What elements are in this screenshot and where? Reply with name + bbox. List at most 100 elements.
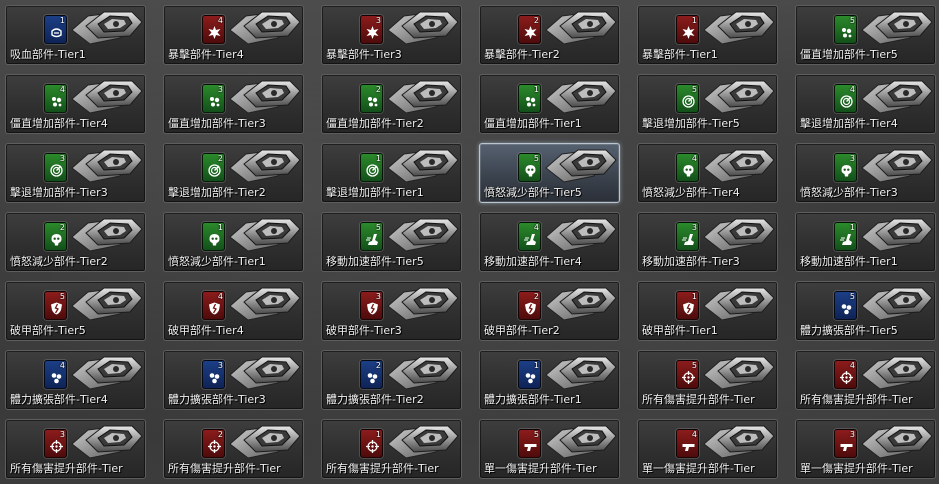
part-label: 僵直增加部件-Tier3	[168, 117, 266, 130]
gun-icon	[524, 438, 537, 451]
part-image	[858, 422, 934, 462]
part-image	[226, 422, 302, 462]
part-badge: 3	[202, 84, 225, 113]
part-card[interactable]: 5 體力擴張部件-Tier5	[795, 281, 936, 341]
part-card[interactable]: 3 暴擊部件-Tier3	[321, 5, 462, 65]
part-image	[226, 284, 302, 324]
part-badge: 1	[518, 84, 541, 113]
part-card[interactable]: 3 移動加速部件-Tier3	[637, 212, 778, 272]
part-card[interactable]: 2 暴擊部件-Tier2	[479, 5, 620, 65]
part-card[interactable]: 3 體力擴張部件-Tier3	[163, 350, 304, 410]
part-image	[858, 284, 934, 324]
part-card[interactable]: 2 擊退增加部件-Tier2	[163, 143, 304, 203]
part-image	[700, 353, 776, 393]
part-card[interactable]: 5 移動加速部件-Tier5	[321, 212, 462, 272]
part-label: 體力擴張部件-Tier2	[326, 393, 424, 406]
tier-number: 2	[217, 154, 223, 163]
part-badge: 1	[360, 429, 383, 458]
anger-reduce-icon	[682, 162, 695, 177]
part-card[interactable]: 4 所有傷害提升部件-Tier	[795, 350, 936, 410]
part-badge: 4	[44, 360, 67, 389]
part-card[interactable]: 2 憤怒減少部件-Tier2	[5, 212, 146, 272]
knockback-icon	[682, 93, 695, 108]
critical-icon	[682, 24, 695, 39]
part-image	[858, 215, 934, 255]
part-card[interactable]: 1 吸血部件-Tier1	[5, 5, 146, 65]
part-card[interactable]: 4 體力擴張部件-Tier4	[5, 350, 146, 410]
part-card[interactable]: 1 暴擊部件-Tier1	[637, 5, 778, 65]
part-card[interactable]: 1 移動加速部件-Tier1	[795, 212, 936, 272]
tier-number: 4	[691, 430, 697, 439]
part-card[interactable]: 4 單一傷害提升部件-Tier	[637, 419, 778, 479]
part-card[interactable]: 3 擊退增加部件-Tier3	[5, 143, 146, 203]
part-card[interactable]: 4 憤怒減少部件-Tier4	[637, 143, 778, 203]
part-card[interactable]: 4 破甲部件-Tier4	[163, 281, 304, 341]
part-label: 破甲部件-Tier5	[10, 324, 86, 337]
part-label: 僵直增加部件-Tier5	[800, 48, 898, 61]
part-card[interactable]: 5 所有傷害提升部件-Tier	[637, 350, 778, 410]
tier-number: 3	[375, 16, 381, 25]
tier-number: 3	[849, 430, 855, 439]
part-image	[700, 284, 776, 324]
part-label: 破甲部件-Tier4	[168, 324, 244, 337]
part-badge: 3	[834, 153, 857, 182]
tier-number: 1	[533, 85, 539, 94]
part-card[interactable]: 4 擊退增加部件-Tier4	[795, 74, 936, 134]
part-badge: 5	[360, 222, 383, 251]
tier-number: 4	[533, 223, 539, 232]
part-card[interactable]: 5 擊退增加部件-Tier5	[637, 74, 778, 134]
tier-number: 5	[691, 85, 697, 94]
part-card[interactable]: 2 所有傷害提升部件-Tier	[163, 419, 304, 479]
tier-number: 3	[217, 85, 223, 94]
part-image	[68, 77, 144, 117]
anger-reduce-icon	[208, 231, 221, 246]
tier-number: 4	[849, 85, 855, 94]
part-card[interactable]: 4 移動加速部件-Tier4	[479, 212, 620, 272]
tier-number: 5	[533, 154, 539, 163]
part-badge: 4	[834, 84, 857, 113]
part-card[interactable]: 1 所有傷害提升部件-Tier	[321, 419, 462, 479]
anger-reduce-icon	[840, 162, 853, 177]
part-card[interactable]: 2 破甲部件-Tier2	[479, 281, 620, 341]
part-badge: 1	[518, 360, 541, 389]
part-card[interactable]: 3 所有傷害提升部件-Tier	[5, 419, 146, 479]
part-card[interactable]: 3 僵直增加部件-Tier3	[163, 74, 304, 134]
part-card[interactable]: 1 破甲部件-Tier1	[637, 281, 778, 341]
part-badge: 4	[518, 222, 541, 251]
anger-reduce-icon	[524, 162, 537, 177]
part-label: 單一傷害提升部件-Tier	[800, 462, 913, 475]
part-card[interactable]: 5 僵直增加部件-Tier5	[795, 5, 936, 65]
part-card[interactable]: 1 擊退增加部件-Tier1	[321, 143, 462, 203]
part-card[interactable]: 3 憤怒減少部件-Tier3	[795, 143, 936, 203]
part-card[interactable]: 1 憤怒減少部件-Tier1	[163, 212, 304, 272]
stamina-icon	[208, 369, 221, 384]
part-badge: 1	[44, 15, 67, 44]
part-image	[68, 146, 144, 186]
part-card[interactable]: 1 體力擴張部件-Tier1	[479, 350, 620, 410]
crosshair-icon	[840, 369, 853, 384]
part-card[interactable]: 2 僵直增加部件-Tier2	[321, 74, 462, 134]
tier-number: 1	[59, 16, 65, 25]
part-label: 擊退增加部件-Tier2	[168, 186, 266, 199]
critical-icon	[208, 24, 221, 39]
part-card[interactable]: 5 單一傷害提升部件-Tier	[479, 419, 620, 479]
part-card[interactable]: 2 體力擴張部件-Tier2	[321, 350, 462, 410]
tier-number: 1	[375, 430, 381, 439]
tier-number: 1	[375, 154, 381, 163]
part-label: 暴擊部件-Tier1	[642, 48, 718, 61]
stagger-icon	[50, 93, 63, 107]
part-card[interactable]: 3 單一傷害提升部件-Tier	[795, 419, 936, 479]
part-badge: 4	[676, 429, 699, 458]
part-label: 單一傷害提升部件-Tier	[484, 462, 597, 475]
part-badge: 5	[834, 291, 857, 320]
stamina-icon	[840, 300, 853, 315]
part-card[interactable]: 4 暴擊部件-Tier4	[163, 5, 304, 65]
part-card[interactable]: 3 破甲部件-Tier3	[321, 281, 462, 341]
part-card[interactable]: 1 僵直增加部件-Tier1	[479, 74, 620, 134]
knockback-icon	[840, 93, 853, 108]
part-image	[700, 146, 776, 186]
part-card[interactable]: 5 破甲部件-Tier5	[5, 281, 146, 341]
part-badge: 1	[360, 153, 383, 182]
part-card[interactable]: 5 憤怒減少部件-Tier5	[479, 143, 620, 203]
part-card[interactable]: 4 僵直增加部件-Tier4	[5, 74, 146, 134]
